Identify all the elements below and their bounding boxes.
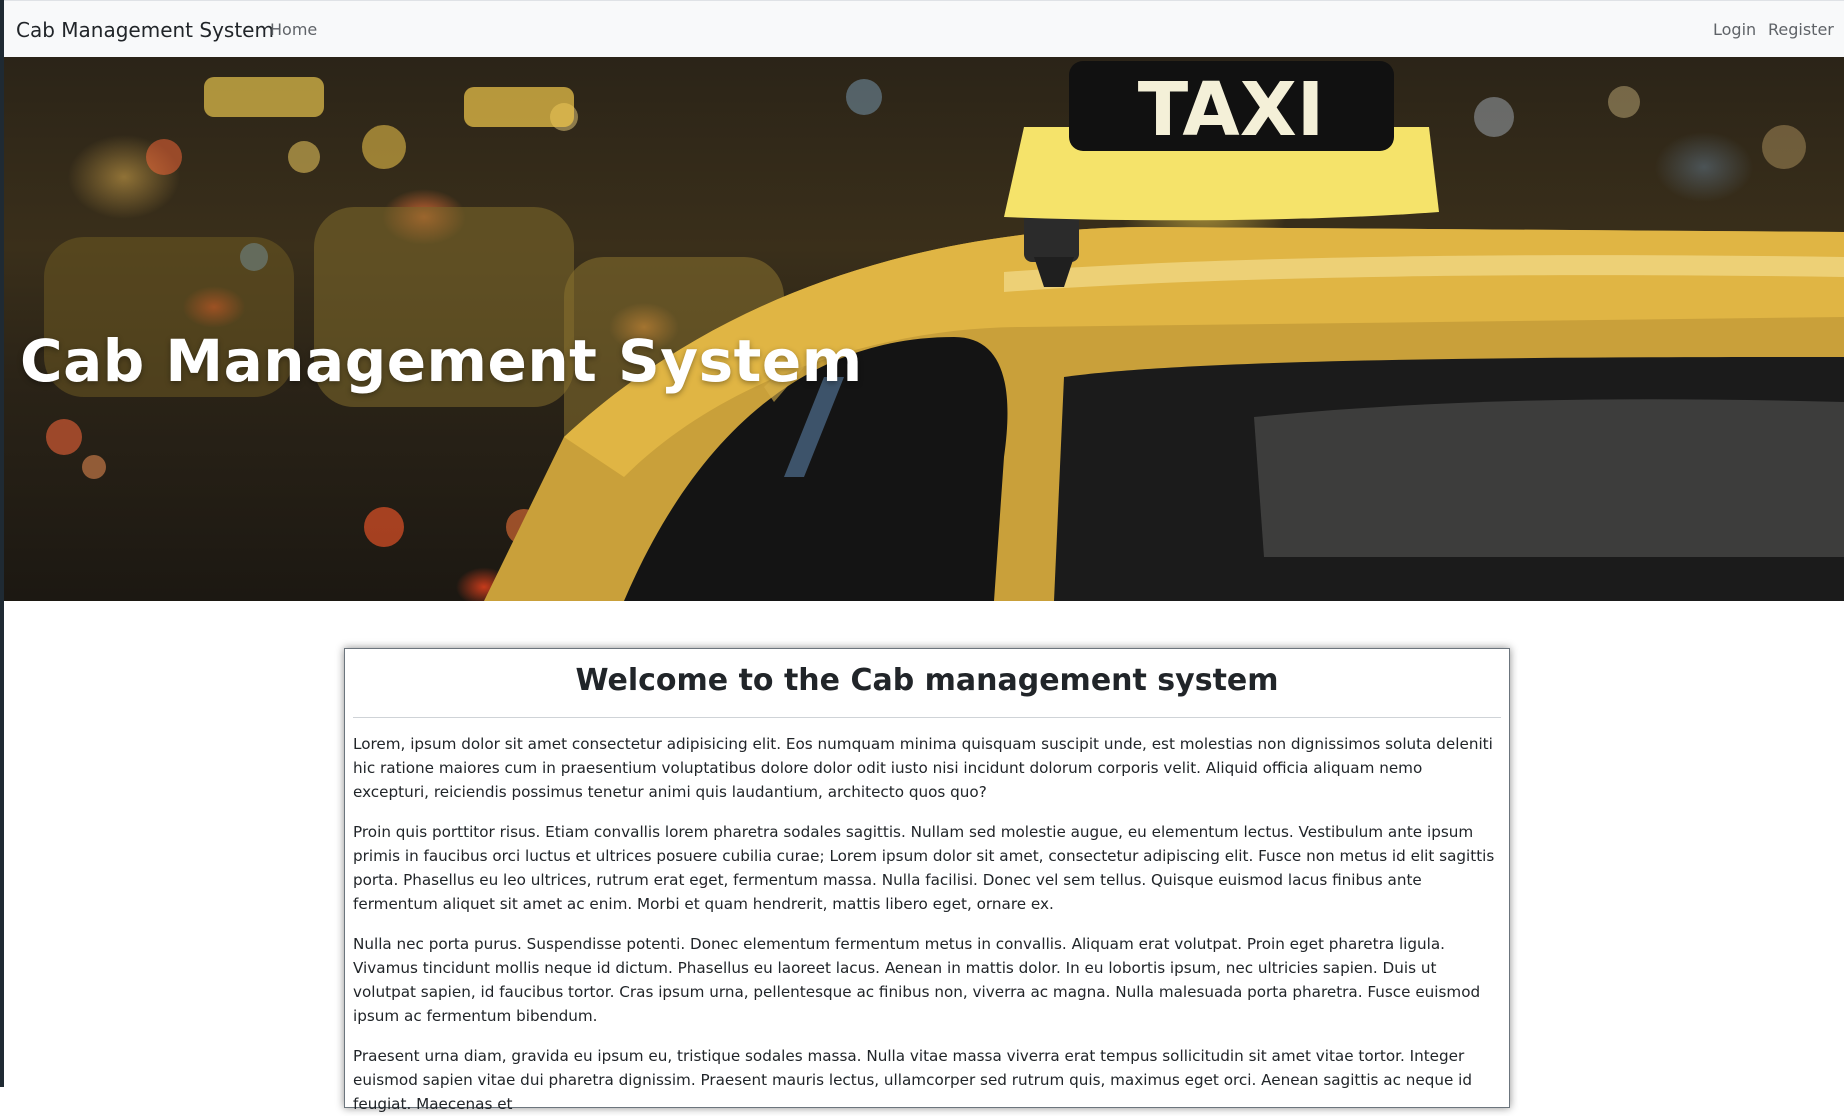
nav-login-link[interactable]: Login bbox=[1713, 20, 1756, 39]
taxi-sign-text: TAXI bbox=[1138, 67, 1325, 153]
welcome-paragraph-4: Praesent urna diam, gravida eu ipsum eu,… bbox=[353, 1047, 1473, 1113]
welcome-card: Welcome to the Cab management system Lor… bbox=[344, 648, 1510, 1113]
top-navbar: Cab Management System Home Login Registe… bbox=[4, 0, 1844, 57]
hero-banner: TAXI Cab Management System bbox=[4, 57, 1844, 601]
nav-register-link[interactable]: Register bbox=[1768, 20, 1834, 39]
welcome-heading: Welcome to the Cab management system bbox=[575, 663, 1279, 698]
nav-home-link[interactable]: Home bbox=[270, 20, 317, 39]
heading-divider bbox=[353, 717, 1501, 718]
welcome-paragraph-1: Lorem, ipsum dolor sit amet consectetur … bbox=[353, 735, 1493, 801]
welcome-paragraph-2: Proin quis porttitor risus. Etiam conval… bbox=[353, 823, 1495, 913]
navbar-brand-link[interactable]: Cab Management System bbox=[16, 18, 274, 42]
welcome-paragraph-3: Nulla nec porta purus. Suspendisse poten… bbox=[353, 935, 1481, 1025]
hero-title: Cab Management System bbox=[20, 327, 863, 395]
